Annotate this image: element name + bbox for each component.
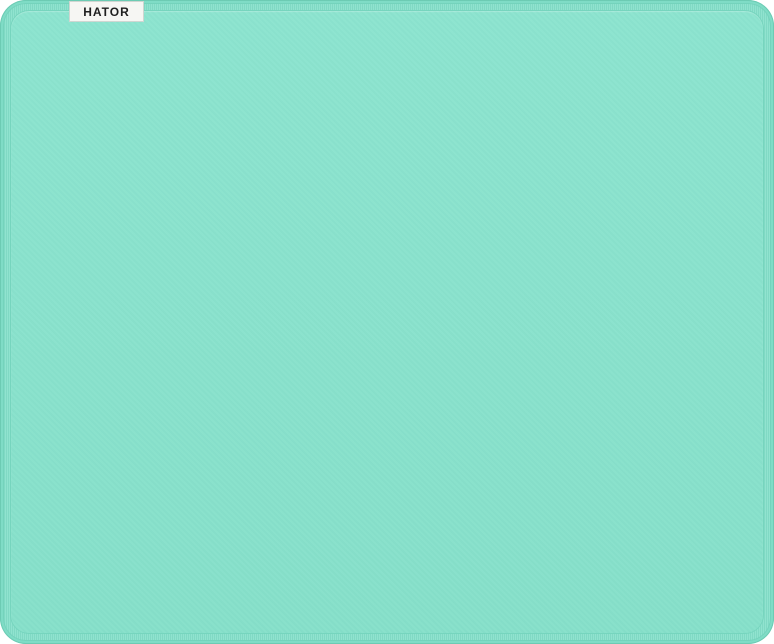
- brand-tag: HATOR: [69, 1, 144, 22]
- mousepad-surface: [11, 11, 763, 633]
- mousepad: HATOR: [0, 0, 774, 644]
